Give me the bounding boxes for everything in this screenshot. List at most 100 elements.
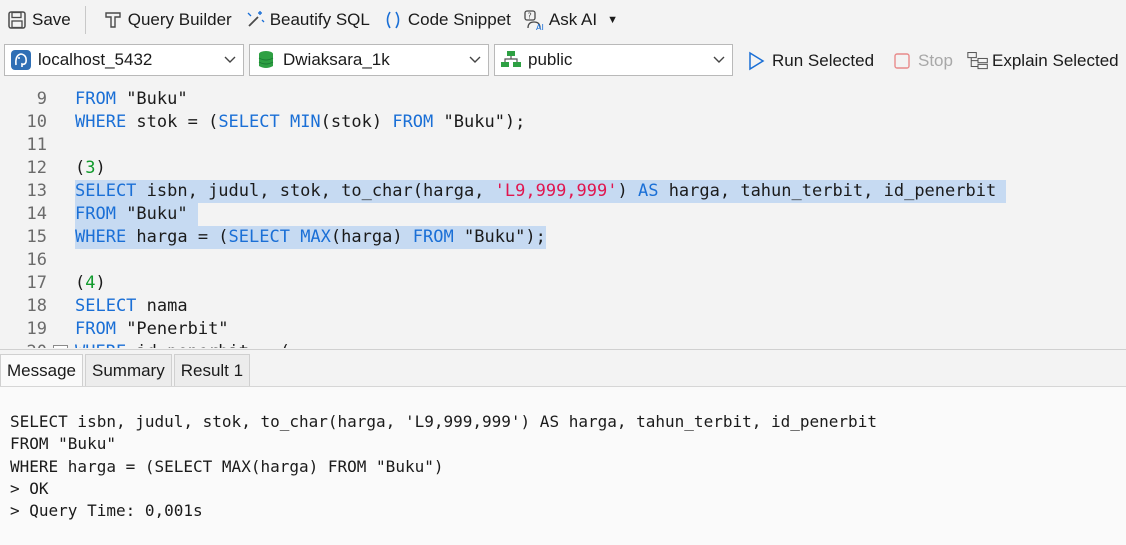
editor-line[interactable]: 15 WHERE harga = (SELECT MAX(harga) FROM …: [0, 226, 1126, 249]
magic-wand-icon: [244, 9, 266, 31]
code-snippet-icon: [382, 9, 404, 31]
query-builder-button[interactable]: Query Builder: [96, 0, 238, 40]
connection-bar: localhost_5432 Dwiaksara_1k public Run S…: [0, 44, 1126, 78]
editor-line[interactable]: 10 WHERE stok = (SELECT MIN(stok) FROM "B…: [0, 111, 1126, 134]
editor-line[interactable]: 11: [0, 134, 1126, 157]
sql-token: stok = (: [126, 112, 219, 132]
sql-token: id_penerbit = (: [126, 342, 290, 348]
query-builder-label: Query Builder: [127, 10, 232, 29]
chevron-down-icon: [462, 45, 488, 75]
line-number: 14: [26, 204, 47, 224]
database-select[interactable]: Dwiaksara_1k: [249, 44, 489, 76]
editor-line[interactable]: 9 FROM "Buku": [0, 88, 1126, 111]
code-text: FROM "Penerbit": [75, 318, 229, 341]
code-text: (3): [75, 157, 106, 180]
line-number: 10: [26, 112, 47, 132]
code-snippet-label: Code Snippet: [407, 10, 511, 29]
sql-string: 'L9,999,999': [494, 181, 618, 201]
postgresql-icon: [9, 48, 33, 72]
schema-icon: [499, 48, 523, 72]
editor-line[interactable]: 14 FROM "Buku": [0, 203, 1126, 226]
line-number: 19: [26, 319, 47, 339]
chevron-down-icon: [706, 45, 732, 75]
tab-summary[interactable]: Summary: [84, 354, 172, 386]
sql-token: (harga): [330, 227, 413, 247]
ask-ai-button[interactable]: ? AI Ask AI ▼: [517, 0, 624, 40]
ask-ai-label: Ask AI: [548, 10, 598, 29]
sql-token: nama: [136, 296, 188, 316]
line-number: 18: [26, 296, 47, 316]
editor-line[interactable]: 12 (3): [0, 157, 1126, 180]
code-text: FROM "Buku": [75, 203, 198, 226]
editor-line[interactable]: 18 SELECT nama: [0, 295, 1126, 318]
svg-text:?: ?: [527, 12, 531, 21]
stop-button[interactable]: Stop: [891, 46, 953, 76]
sql-editor[interactable]: 9 FROM "Buku" 10 WHERE stok = (SELECT MIN(s…: [0, 86, 1126, 348]
sql-token: ): [95, 273, 106, 293]
editor-line[interactable]: 16: [0, 249, 1126, 272]
beautify-sql-label: Beautify SQL: [269, 10, 370, 29]
sql-token: "Penerbit": [115, 319, 229, 339]
code-text: FROM "Buku": [75, 88, 188, 111]
main-toolbar: Save Query Builder Beautify SQL Code Sni…: [0, 0, 1126, 40]
ai-assistant-icon: ? AI: [523, 9, 545, 31]
save-label: Save: [32, 10, 71, 29]
code-text: WHERE harga = (SELECT MAX(harga) FROM "B…: [75, 226, 546, 249]
fold-toggle-icon[interactable]: [53, 345, 68, 348]
editor-line[interactable]: 19 FROM "Penerbit": [0, 318, 1126, 341]
sql-token: harga = (: [126, 227, 229, 247]
connection-select-value: localhost_5432: [38, 50, 153, 69]
sql-number: 4: [85, 273, 96, 293]
message-line: SELECT isbn, judul, stok, to_char(harga,…: [10, 412, 877, 431]
svg-text:AI: AI: [536, 23, 544, 31]
beautify-sql-button[interactable]: Beautify SQL: [238, 0, 376, 40]
caret-down-icon[interactable]: ▼: [607, 14, 618, 26]
sql-token: isbn, judul, stok, to_char(harga,: [136, 181, 495, 201]
sql-token: ): [617, 181, 638, 201]
sql-keyword: WHERE: [75, 112, 127, 132]
line-number: 15: [26, 227, 47, 247]
line-number: 17: [26, 273, 47, 293]
code-text: WHERE stok = (SELECT MIN(stok) FROM "Buk…: [75, 111, 525, 134]
result-tabs: Message Summary Result 1: [0, 354, 252, 386]
sql-number: 3: [85, 158, 96, 178]
code-text: SELECT isbn, judul, stok, to_char(harga,…: [75, 180, 1007, 203]
editor-line[interactable]: 17 (4): [0, 272, 1126, 295]
sql-token: "Buku": [115, 204, 198, 224]
play-icon: [745, 50, 767, 72]
editor-line[interactable]: 20 WHERE id_penerbit = (: [0, 341, 1126, 348]
sql-keyword: SELECT MAX: [228, 227, 331, 247]
save-button[interactable]: Save: [0, 0, 77, 40]
explain-selected-button[interactable]: Explain Selected: [967, 46, 1119, 76]
database-select-value: Dwiaksara_1k: [283, 50, 390, 69]
code-snippet-button[interactable]: Code Snippet: [376, 0, 517, 40]
sql-token: ): [95, 158, 106, 178]
sql-token: "Buku");: [433, 112, 526, 132]
line-number: 9: [36, 89, 47, 109]
code-text: (4): [75, 272, 106, 295]
line-number: 20: [0, 341, 47, 348]
message-pane: SELECT isbn, judul, stok, to_char(harga,…: [0, 386, 1126, 545]
explain-icon: [967, 50, 989, 72]
line-number: 12: [26, 158, 47, 178]
message-line: WHERE harga = (SELECT MAX(harga) FROM "B…: [10, 456, 444, 476]
schema-select[interactable]: public: [494, 44, 733, 76]
line-number: 11: [26, 135, 47, 155]
sql-token: harga, tahun_terbit, id_penerbit: [658, 181, 1007, 201]
connection-select[interactable]: localhost_5432: [4, 44, 244, 76]
schema-select-value: public: [528, 50, 573, 69]
tab-result-1[interactable]: Result 1: [173, 354, 251, 386]
code-text: WHERE id_penerbit = (: [75, 341, 290, 348]
explain-selected-label: Explain Selected: [992, 51, 1119, 70]
message-line: > OK: [10, 478, 49, 498]
sql-token: (: [75, 158, 86, 178]
sql-keyword: WHERE: [75, 342, 126, 348]
query-builder-icon: [102, 9, 124, 31]
editor-line[interactable]: 13 SELECT isbn, judul, stok, to_char(harg…: [0, 180, 1126, 203]
run-selected-button[interactable]: Run Selected: [745, 46, 874, 76]
panel-divider[interactable]: [0, 349, 1126, 350]
run-selected-label: Run Selected: [772, 51, 875, 70]
tab-message[interactable]: Message: [0, 354, 83, 386]
stop-label: Stop: [918, 51, 953, 70]
toolbar-divider: [84, 6, 86, 34]
